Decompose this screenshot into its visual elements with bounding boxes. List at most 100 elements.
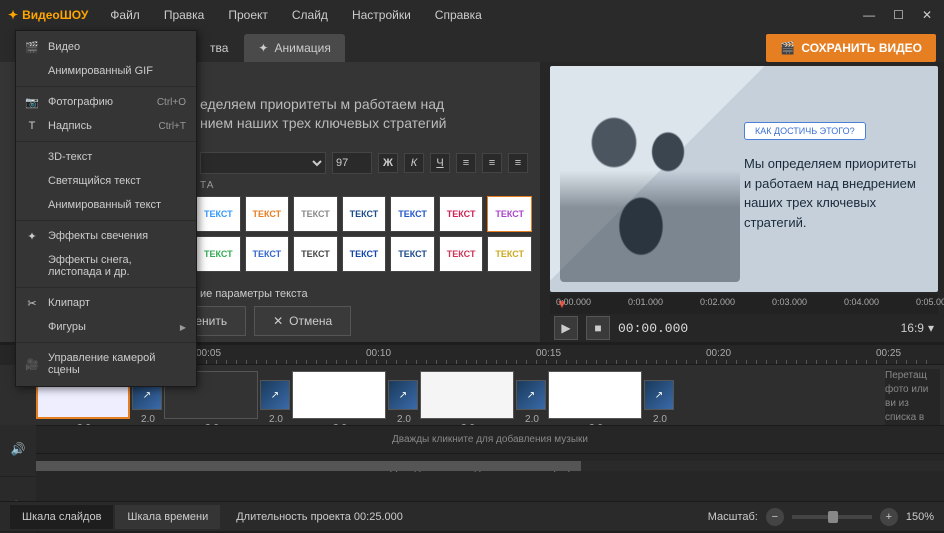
menu-help[interactable]: Справка bbox=[425, 4, 492, 26]
preview-panel: КАК ДОСТИЧЬ ЭТОГО? Мы определяем приорит… bbox=[540, 62, 944, 342]
maximize-icon[interactable]: ☐ bbox=[889, 6, 908, 24]
transition-thumb[interactable]: ↗ bbox=[516, 380, 546, 410]
align-right-button[interactable]: ≡ bbox=[508, 153, 528, 173]
playback-controls: ▶ ■ 00:00.000 16:9▾ bbox=[550, 314, 938, 342]
dropdown-item[interactable]: ✦Эффекты свечения bbox=[16, 224, 196, 248]
zoom-in-button[interactable]: + bbox=[880, 508, 898, 526]
window-controls: — ☐ ✕ bbox=[859, 6, 936, 24]
horizontal-scrollbar[interactable] bbox=[36, 461, 944, 471]
text-style-cell[interactable]: ТЕКСТ bbox=[245, 236, 290, 272]
dropdown-item-icon: 📷 bbox=[24, 96, 40, 109]
scroll-thumb[interactable] bbox=[36, 461, 581, 471]
play-button[interactable]: ▶ bbox=[554, 316, 578, 340]
minimize-icon[interactable]: — bbox=[859, 6, 879, 24]
text-style-cell[interactable]: ТЕКСТ bbox=[196, 236, 241, 272]
text-style-cell[interactable]: ТЕКСТ bbox=[390, 196, 435, 232]
dropdown-item[interactable]: Эффекты снега, листопада и др. bbox=[16, 248, 196, 284]
save-video-button[interactable]: 🎬 СОХРАНИТЬ ВИДЕО bbox=[766, 34, 936, 62]
zoom-value: 150% bbox=[906, 511, 934, 523]
preview-canvas[interactable]: КАК ДОСТИЧЬ ЭТОГО? Мы определяем приорит… bbox=[550, 66, 938, 292]
dropdown-item[interactable]: 🎬Видео bbox=[16, 35, 196, 59]
chevron-right-icon: ▶ bbox=[180, 323, 186, 332]
tab-properties[interactable]: тва bbox=[196, 34, 242, 62]
slide-thumb[interactable] bbox=[420, 371, 514, 419]
dropdown-item[interactable]: Фигуры▶ bbox=[16, 315, 196, 339]
transition-duration: 2.0 bbox=[397, 414, 411, 425]
dropdown-item[interactable]: Анимированный GIF bbox=[16, 59, 196, 83]
slide-duration: 2.0 bbox=[461, 423, 475, 425]
text-style-cell[interactable]: ТЕКСТ bbox=[293, 236, 338, 272]
font-select[interactable] bbox=[200, 152, 326, 174]
section-label: ТА bbox=[200, 180, 214, 191]
menu-slide[interactable]: Слайд bbox=[282, 4, 338, 26]
stop-button[interactable]: ■ bbox=[586, 316, 610, 340]
dropdown-item[interactable]: TНадписьCtrl+T bbox=[16, 114, 196, 138]
transition-duration: 2.0 bbox=[653, 414, 667, 425]
aspect-ratio[interactable]: 16:9▾ bbox=[901, 321, 934, 335]
tab-slide-view[interactable]: Шкала слайдов bbox=[10, 505, 113, 529]
dropdown-item[interactable]: Светящийся текст bbox=[16, 169, 196, 193]
transition-thumb[interactable]: ↗ bbox=[260, 380, 290, 410]
text-style-cell[interactable]: ТЕКСТ bbox=[342, 236, 387, 272]
zoom-out-button[interactable]: − bbox=[766, 508, 784, 526]
text-style-cell[interactable]: ТЕКСТ bbox=[439, 236, 484, 272]
cancel-button[interactable]: ✕Отмена bbox=[254, 306, 351, 336]
preview-ruler[interactable]: ▼ 0:00.0000:01.0000:02.0000:03.0000:04.0… bbox=[550, 294, 938, 314]
font-size-input[interactable] bbox=[332, 152, 372, 174]
tab-timeline-view[interactable]: Шкала времени bbox=[115, 505, 220, 529]
more-params-link[interactable]: ие параметры текста bbox=[200, 288, 308, 300]
slide-duration: 2.0 bbox=[589, 423, 603, 425]
text-style-cell[interactable]: ТЕКСТ bbox=[390, 236, 435, 272]
music-track[interactable]: Дважды кликните для добавления музыки bbox=[36, 425, 944, 453]
x-icon: ✕ bbox=[273, 314, 283, 328]
zoom-slider-thumb[interactable] bbox=[828, 511, 838, 523]
bold-button[interactable]: Ж bbox=[378, 153, 398, 173]
layer-title[interactable]: еделяем приоритеты м работаем над нием н… bbox=[200, 96, 528, 134]
align-left-button[interactable]: ≡ bbox=[456, 153, 476, 173]
close-icon[interactable]: ✕ bbox=[918, 6, 936, 24]
text-style-cell[interactable]: ТЕКСТ bbox=[342, 196, 387, 232]
slide-thumb[interactable] bbox=[292, 371, 386, 419]
tabs: тва ✦Анимация bbox=[196, 34, 347, 62]
text-style-cell[interactable]: ТЕКСТ bbox=[196, 196, 241, 232]
menu-edit[interactable]: Правка bbox=[154, 4, 215, 26]
menu-settings[interactable]: Настройки bbox=[342, 4, 421, 26]
save-icon: 🎬 bbox=[780, 41, 795, 55]
transition-thumb[interactable]: ↗ bbox=[644, 380, 674, 410]
dropdown-item[interactable]: ✂Клипарт bbox=[16, 291, 196, 315]
menubar: ✦ВидеоШОУ Файл Правка Проект Слайд Настр… bbox=[0, 0, 944, 30]
menu-file[interactable]: Файл bbox=[100, 4, 150, 26]
save-label: СОХРАНИТЬ ВИДЕО bbox=[801, 41, 922, 55]
tab-animation[interactable]: ✦Анимация bbox=[244, 34, 344, 62]
underline-button[interactable]: Ч bbox=[430, 153, 450, 173]
font-controls: Ж К Ч ≡ ≡ ≡ bbox=[200, 152, 528, 174]
slide-duration: 2.0 bbox=[333, 423, 347, 425]
chevron-down-icon: ▾ bbox=[928, 321, 934, 335]
insert-dropdown: 🎬ВидеоАнимированный GIF 📷ФотографиюCtrl+O… bbox=[15, 30, 197, 387]
dropdown-item[interactable]: 🎥Управление камерой сцены bbox=[16, 346, 196, 382]
transition-duration: 2.0 bbox=[141, 414, 155, 425]
align-center-button[interactable]: ≡ bbox=[482, 153, 502, 173]
preview-photo bbox=[560, 96, 740, 282]
slide-thumb[interactable] bbox=[548, 371, 642, 419]
dropdown-item-icon: ✂ bbox=[24, 297, 40, 310]
text-style-cell[interactable]: ТЕКСТ bbox=[293, 196, 338, 232]
zoom-label: Масштаб: bbox=[708, 511, 758, 523]
italic-button[interactable]: К bbox=[404, 153, 424, 173]
zoom-slider[interactable] bbox=[792, 515, 872, 519]
text-style-cell[interactable]: ТЕКСТ bbox=[487, 236, 532, 272]
dropdown-item[interactable]: 3D-текст bbox=[16, 145, 196, 169]
status-bar: Шкала слайдов Шкала времени Длительность… bbox=[0, 501, 944, 531]
drag-hint: Перетащ фото или ви из списка в bbox=[885, 369, 940, 425]
text-style-cell[interactable]: ТЕКСТ bbox=[245, 196, 290, 232]
dropdown-item[interactable]: Анимированный текст bbox=[16, 193, 196, 217]
text-style-cell[interactable]: ТЕКСТ bbox=[439, 196, 484, 232]
transition-thumb[interactable]: ↗ bbox=[388, 380, 418, 410]
text-styles-grid: ТЕКСТТЕКСТТЕКСТТЕКСТТЕКСТТЕКСТТЕКСТТЕКСТ… bbox=[196, 196, 532, 272]
app-logo: ✦ВидеоШОУ bbox=[8, 8, 88, 22]
dropdown-item[interactable]: 📷ФотографиюCtrl+O bbox=[16, 90, 196, 114]
menu-project[interactable]: Проект bbox=[218, 4, 278, 26]
preview-text: Мы определяем приоритеты и работаем над … bbox=[744, 154, 924, 232]
text-style-cell[interactable]: ТЕКСТ bbox=[487, 196, 532, 232]
audio-track-icon[interactable]: 🔊 bbox=[0, 421, 36, 477]
